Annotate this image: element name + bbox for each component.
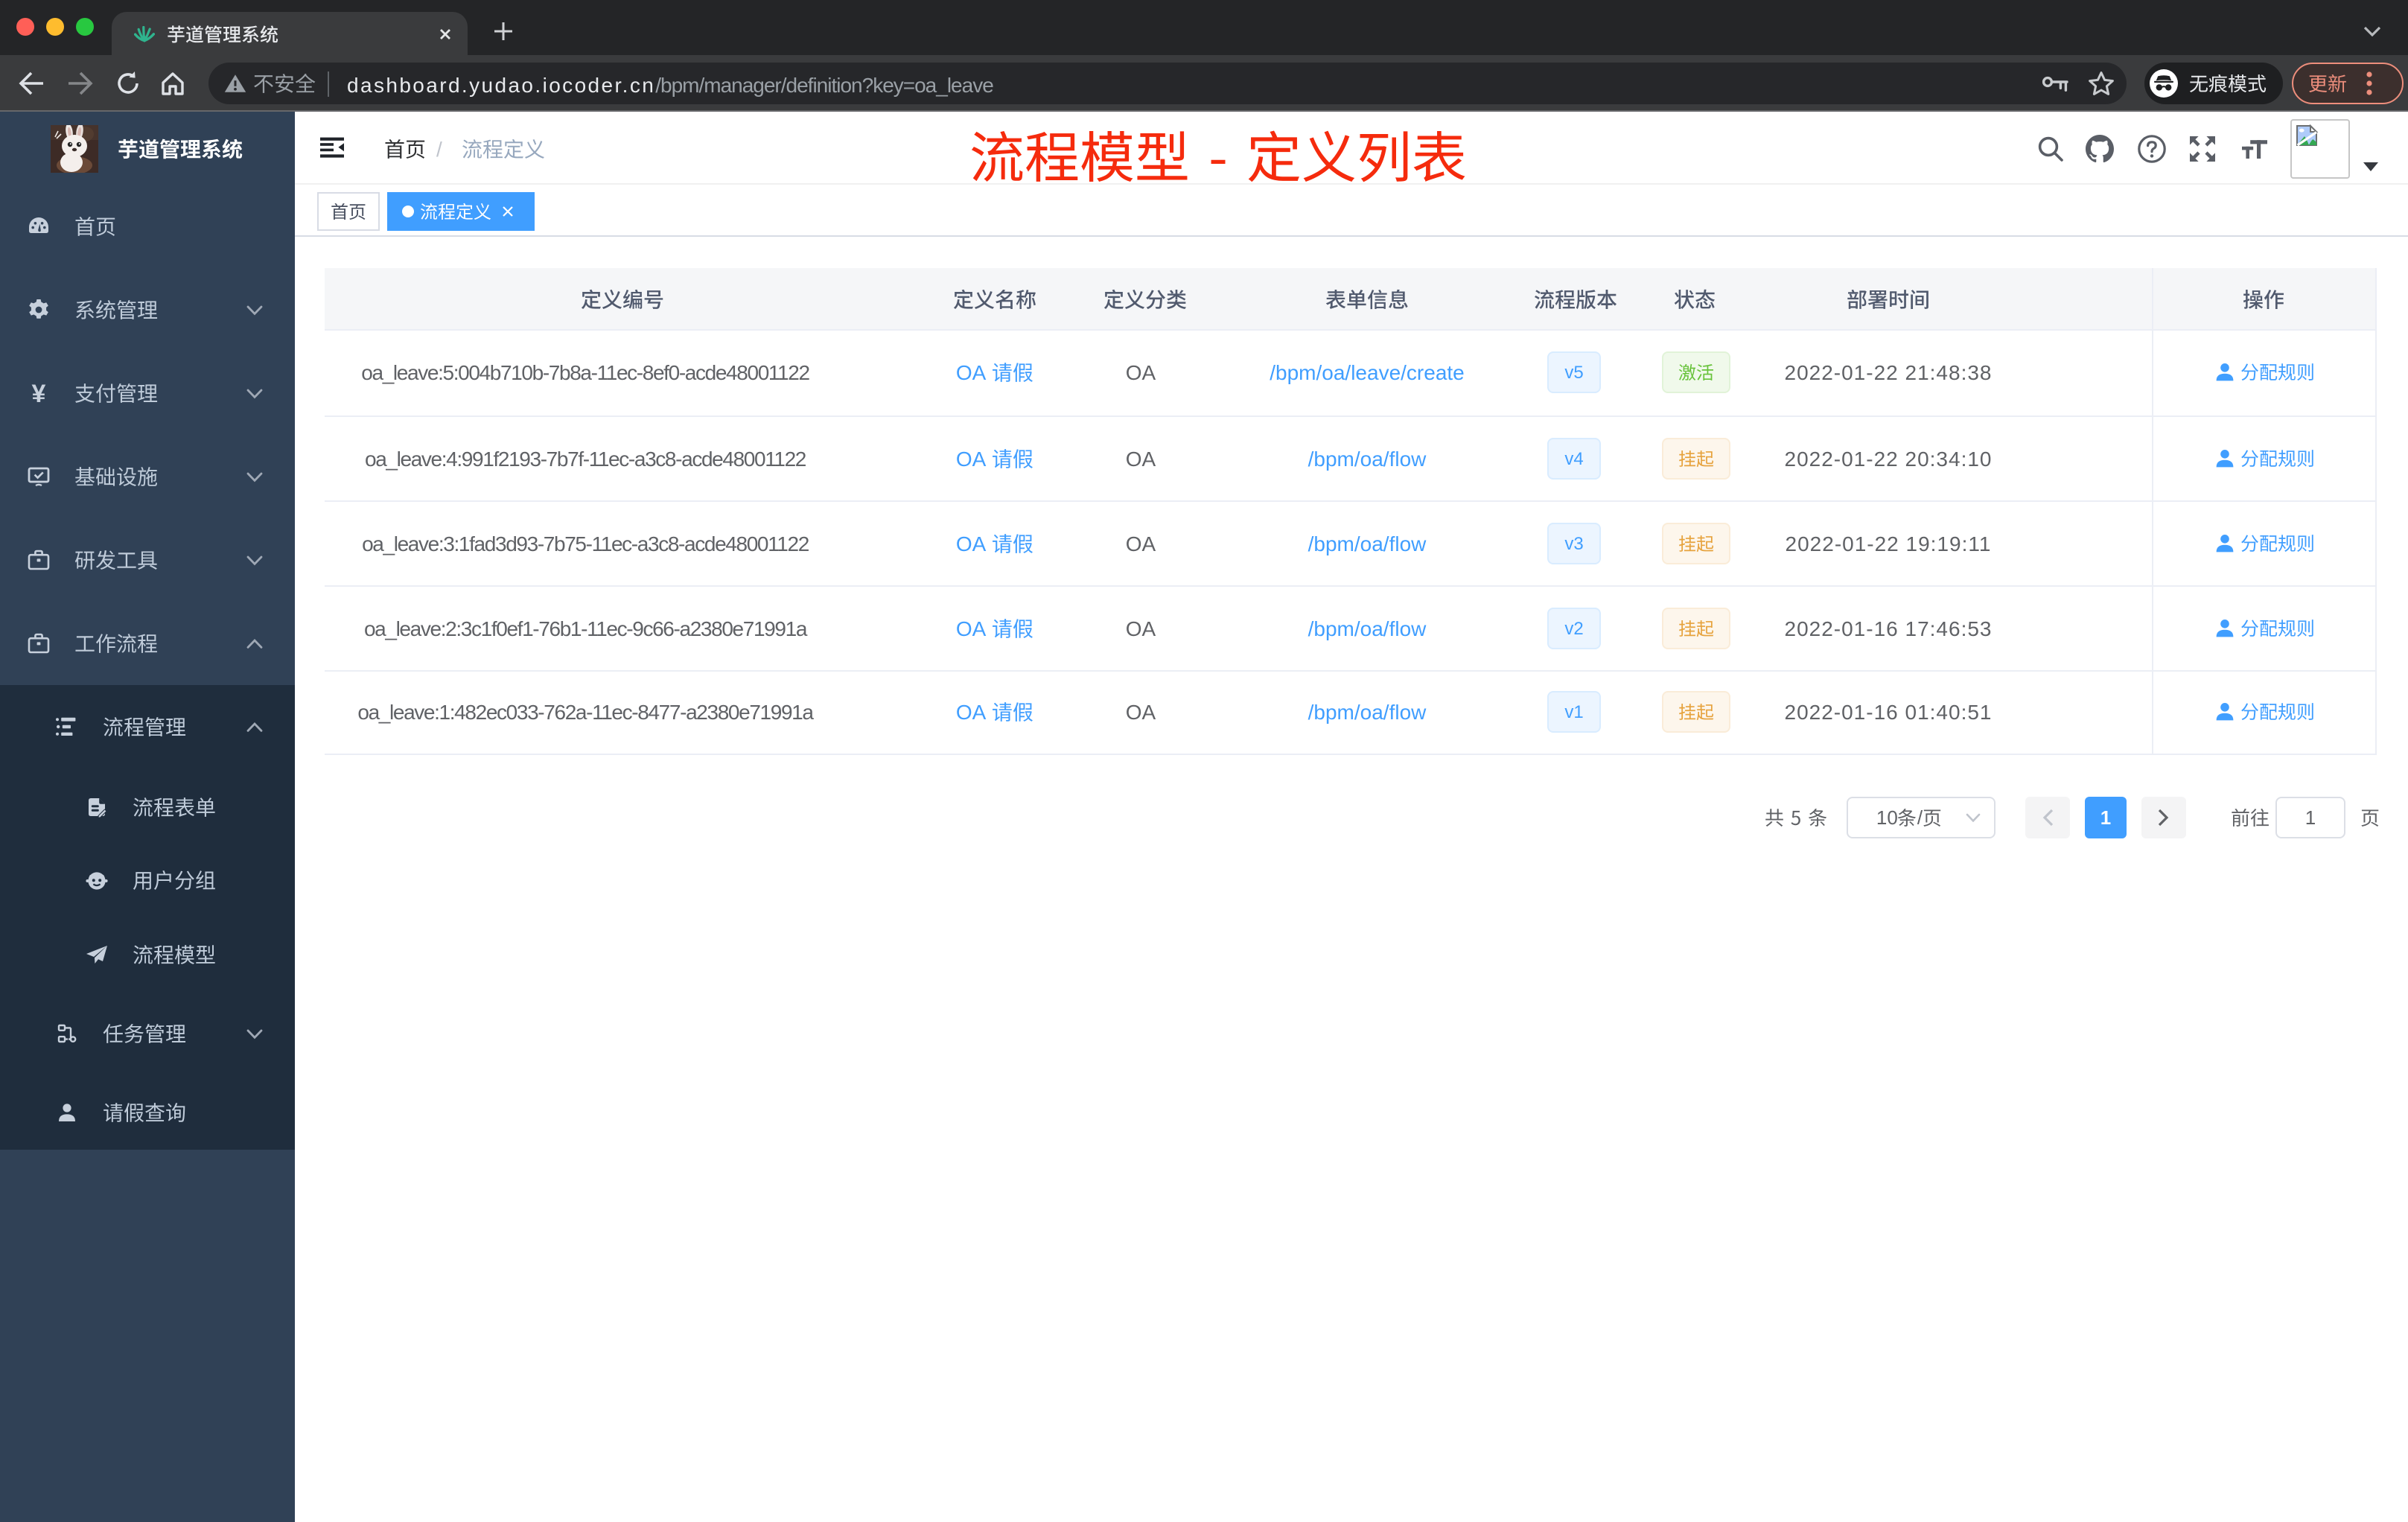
svg-text:¥: ¥ bbox=[32, 381, 46, 405]
